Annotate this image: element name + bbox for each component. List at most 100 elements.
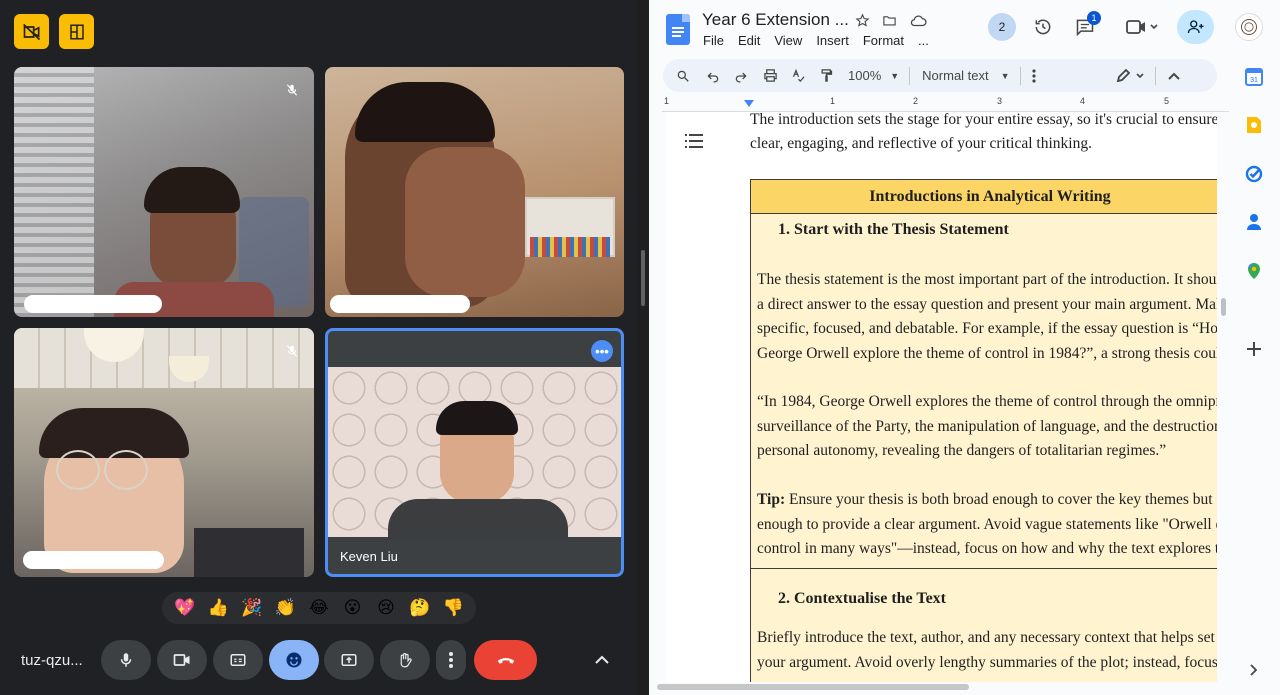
paint-format-icon[interactable] [818, 63, 834, 89]
text-line: surveillance of the Party, the manipulat… [757, 417, 1217, 435]
zoom-select[interactable]: 100% ▼ [848, 63, 899, 89]
more-options-icon[interactable]: ••• [591, 340, 613, 362]
text-line: your argument. Avoid overly lengthy summ… [757, 653, 1217, 671]
reaction-crying[interactable]: 😢 [373, 595, 399, 621]
contacts-icon[interactable] [1243, 211, 1265, 233]
menu-insert[interactable]: Insert [816, 33, 849, 48]
chevron-down-icon: ▼ [890, 70, 900, 81]
ruler-number: 5 [1164, 96, 1170, 106]
add-icon[interactable] [1243, 338, 1265, 360]
menu-format[interactable]: Format [863, 33, 904, 48]
ruler-number: 1 [830, 96, 836, 106]
window-blinds [14, 67, 94, 317]
toolbar-divider [909, 66, 911, 85]
books [530, 237, 610, 257]
meeting-code[interactable]: tuz-qzu... [21, 652, 83, 669]
docs-header: Year 6 Extension ... File Edit View Inse… [649, 0, 1280, 56]
camera-icon[interactable] [157, 640, 207, 680]
keep-icon[interactable] [1243, 114, 1265, 136]
menu-edit[interactable]: Edit [738, 33, 760, 48]
ruler-number: 2 [913, 96, 919, 106]
calendar-icon[interactable]: 31 [1243, 66, 1265, 88]
glasses-lens [56, 450, 100, 490]
document-outline-icon[interactable] [685, 134, 703, 153]
raise-hand-icon[interactable] [380, 640, 430, 680]
section-divider [751, 568, 1217, 569]
toolbar-divider [1154, 66, 1156, 85]
end-call-icon[interactable] [474, 640, 537, 680]
more-vert-icon[interactable] [1027, 63, 1041, 89]
participant-name: Keven Liu [340, 549, 398, 564]
undo-icon[interactable] [706, 63, 720, 89]
docs-toolbar: 100% ▼ Normal text ▼ [663, 59, 1217, 92]
chevron-up-icon[interactable] [590, 650, 614, 670]
account-avatar[interactable] [1235, 13, 1263, 41]
captions-icon[interactable] [213, 640, 263, 680]
search-icon[interactable] [676, 63, 690, 89]
divider-grip[interactable] [641, 250, 645, 306]
reaction-clapping[interactable]: 👏 [272, 595, 298, 621]
meet-call-icon[interactable] [1123, 15, 1161, 39]
split-layout-icon[interactable] [59, 14, 94, 49]
emoji-icon[interactable] [269, 640, 319, 680]
info-box-table: Introductions in Analytical Writing 1. S… [750, 179, 1217, 682]
reaction-sparkling-heart[interactable]: 💖 [172, 595, 198, 621]
name-redaction-bar [23, 551, 164, 569]
reaction-thumbs-up[interactable]: 👍 [205, 595, 231, 621]
participant-hands [405, 147, 525, 297]
participant-tile-active[interactable]: ••• Keven Liu [325, 328, 624, 577]
redo-icon[interactable] [734, 63, 748, 89]
print-icon[interactable] [762, 63, 778, 89]
docs-logo-icon[interactable] [666, 14, 690, 45]
horizontal-scrollbar[interactable] [657, 684, 969, 690]
intro-paragraph: The introduction sets the stage for your… [750, 112, 1217, 156]
text-line: control in many ways"—instead, focus on … [757, 540, 1217, 557]
chevron-down-icon: ▼ [1000, 70, 1010, 81]
section-heading: 1. Start with the Thesis Statement [778, 221, 1009, 238]
menu-file[interactable]: File [703, 33, 724, 48]
comments-count-badge: 1 [1087, 11, 1101, 25]
participant-hair [355, 82, 495, 142]
tasks-icon[interactable] [1243, 163, 1265, 185]
menu-view[interactable]: View [774, 33, 802, 48]
text-line: “In 1984, George Orwell explores the the… [757, 393, 1217, 410]
reaction-surprised[interactable]: 😮 [340, 595, 366, 621]
more-vert-icon[interactable] [436, 640, 466, 680]
participant-shirt [388, 499, 568, 539]
indent-marker-icon[interactable] [744, 100, 754, 107]
paragraph-style-select[interactable]: Normal text ▼ [922, 63, 1009, 89]
side-panel: 31 [1229, 56, 1280, 695]
chevron-right-icon[interactable] [1243, 659, 1265, 681]
participant-tile[interactable] [14, 328, 314, 577]
split-divider[interactable] [637, 0, 649, 695]
reaction-thumbs-down[interactable]: 👎 [440, 595, 466, 621]
participant-tile[interactable] [14, 67, 314, 317]
cloud-saved-icon[interactable] [908, 11, 928, 29]
name-redaction-bar [330, 295, 470, 313]
history-icon[interactable] [1031, 15, 1055, 39]
document-title[interactable]: Year 6 Extension ... [702, 10, 849, 30]
star-icon[interactable] [853, 11, 871, 29]
participant-hair [144, 167, 240, 213]
vertical-scrollbar[interactable] [1221, 298, 1226, 316]
editing-mode-icon[interactable] [1113, 63, 1149, 89]
ruler-number: 1 [664, 96, 670, 106]
ruler[interactable]: 1 1 2 3 4 5 [662, 96, 1232, 112]
chevron-up-icon[interactable] [1166, 63, 1182, 89]
docs-window: Year 6 Extension ... File Edit View Inse… [649, 0, 1280, 695]
menu-more[interactable]: ... [918, 33, 929, 48]
share-icon[interactable] [1177, 10, 1214, 44]
document-page[interactable]: The introduction sets the stage for your… [666, 112, 1217, 682]
participant-tile[interactable] [325, 67, 624, 317]
collaborators-badge[interactable]: 2 [988, 13, 1016, 41]
spellcheck-icon[interactable] [790, 63, 806, 89]
move-folder-icon[interactable] [880, 11, 898, 29]
reaction-thinking[interactable]: 🤔 [407, 595, 433, 621]
ruler-number: 4 [1080, 96, 1086, 106]
reaction-laughing[interactable]: 😂 [306, 595, 332, 621]
maps-icon[interactable] [1243, 260, 1265, 282]
present-icon[interactable] [324, 640, 374, 680]
mic-icon[interactable] [101, 640, 151, 680]
camera-off-icon[interactable] [14, 14, 49, 49]
reaction-party-popper[interactable]: 🎉 [239, 595, 265, 621]
